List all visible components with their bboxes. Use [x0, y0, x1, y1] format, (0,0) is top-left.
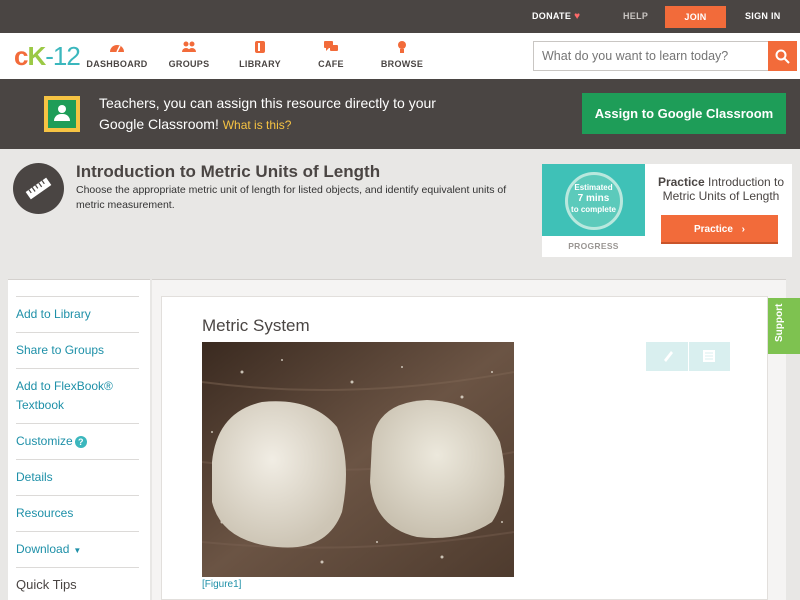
sidebar-divider — [16, 567, 139, 577]
main-nav: cK-12 DASHBOARD GROUPS LIBRARY CAFE BROW… — [0, 33, 800, 79]
support-tab[interactable]: Support — [768, 298, 800, 354]
search-field[interactable] — [533, 41, 769, 71]
join-button[interactable]: JOIN — [665, 6, 726, 28]
assign-google-classroom-button[interactable]: Assign to Google Classroom — [582, 93, 786, 134]
what-is-this-link[interactable]: What is this? — [223, 118, 292, 132]
google-classroom-icon — [44, 96, 80, 132]
help-link[interactable]: HELP — [623, 0, 648, 33]
search-icon — [775, 49, 790, 64]
groups-icon — [154, 40, 224, 56]
donate-link[interactable]: DONATE ♥ — [532, 0, 580, 33]
cafe-icon — [296, 40, 366, 56]
nav-dashboard[interactable]: DASHBOARD — [82, 40, 152, 69]
figure-caption[interactable]: [Figure1] — [202, 579, 241, 590]
logo-12: -12 — [45, 41, 81, 71]
sidebar-item-customize[interactable]: Customize? — [16, 423, 139, 459]
top-bar: DONATE ♥ HELP JOIN SIGN IN — [0, 0, 800, 33]
dough-photo — [202, 342, 514, 577]
ruler-icon — [13, 163, 64, 214]
sidebar-item-resources[interactable]: Resources — [16, 495, 139, 531]
sign-in-link[interactable]: SIGN IN — [745, 0, 781, 33]
practice-heading-bold: Practice — [657, 175, 705, 189]
sidebar-item-add-to-flexbook[interactable]: Add to FlexBook® Textbook — [16, 368, 139, 423]
estimate-line2: 7 mins — [577, 193, 610, 204]
lesson-description: Choose the appropriate metric unit of le… — [76, 184, 507, 211]
nav-cafe-label: CAFE — [318, 59, 344, 69]
customize-label: Customize — [16, 434, 73, 448]
estimate-line1: Estimated — [574, 183, 613, 192]
quick-tips-heading: Quick Tips — [16, 577, 77, 592]
pencil-icon[interactable] — [661, 349, 675, 363]
notes-icon[interactable] — [702, 349, 716, 363]
help-icon[interactable]: ? — [74, 436, 87, 448]
chevron-right-icon: › — [741, 224, 746, 235]
sidebar-item-download[interactable]: Download ▼ — [16, 531, 139, 567]
nav-dashboard-label: DASHBOARD — [86, 59, 148, 69]
donate-label: DONATE — [532, 11, 572, 21]
practice-heading: Practice Introduction to Metric Units of… — [652, 175, 790, 203]
nav-cafe[interactable]: CAFE — [296, 40, 366, 69]
logo-k: K — [27, 41, 46, 71]
library-icon — [225, 40, 295, 56]
annotation-tools — [646, 342, 730, 371]
estimate-line3: to complete — [571, 205, 616, 214]
browse-icon — [367, 40, 437, 56]
nav-browse-label: BROWSE — [380, 59, 424, 69]
sidebar-item-share-to-groups[interactable]: Share to Groups — [16, 332, 139, 368]
support-label: Support — [774, 303, 785, 342]
ck12-logo[interactable]: cK-12 — [14, 41, 81, 71]
search-input[interactable] — [534, 42, 768, 70]
nav-groups[interactable]: GROUPS — [154, 40, 224, 69]
estimated-time: Estimated 7 mins to complete — [542, 183, 645, 215]
nav-groups-label: GROUPS — [168, 59, 210, 69]
nav-library[interactable]: LIBRARY — [225, 40, 295, 69]
lesson-title: Introduction to Metric Units of Length — [76, 162, 381, 181]
search-button[interactable] — [768, 41, 797, 71]
nav-browse[interactable]: BROWSE — [367, 40, 437, 69]
heart-icon: ♥ — [574, 11, 581, 22]
practice-button[interactable]: Practice › — [661, 215, 778, 244]
dashboard-icon — [82, 40, 152, 56]
progress-indicator: Estimated 7 mins to complete — [542, 164, 645, 236]
progress-label: PROGRESS — [568, 241, 619, 251]
truncated-text-line — [202, 594, 722, 600]
sidebar-item-add-to-library[interactable]: Add to Library — [16, 296, 139, 332]
practice-button-label: Practice — [693, 224, 733, 235]
banner-message: Teachers, you can assign this resource d… — [99, 93, 459, 136]
sidebar-item-details[interactable]: Details — [16, 459, 139, 495]
download-label: Download — [16, 542, 70, 556]
section-title: Metric System — [202, 316, 310, 335]
logo-c: c — [14, 41, 29, 71]
dropdown-arrow-icon: ▼ — [73, 546, 82, 555]
nav-library-label: LIBRARY — [239, 59, 281, 69]
